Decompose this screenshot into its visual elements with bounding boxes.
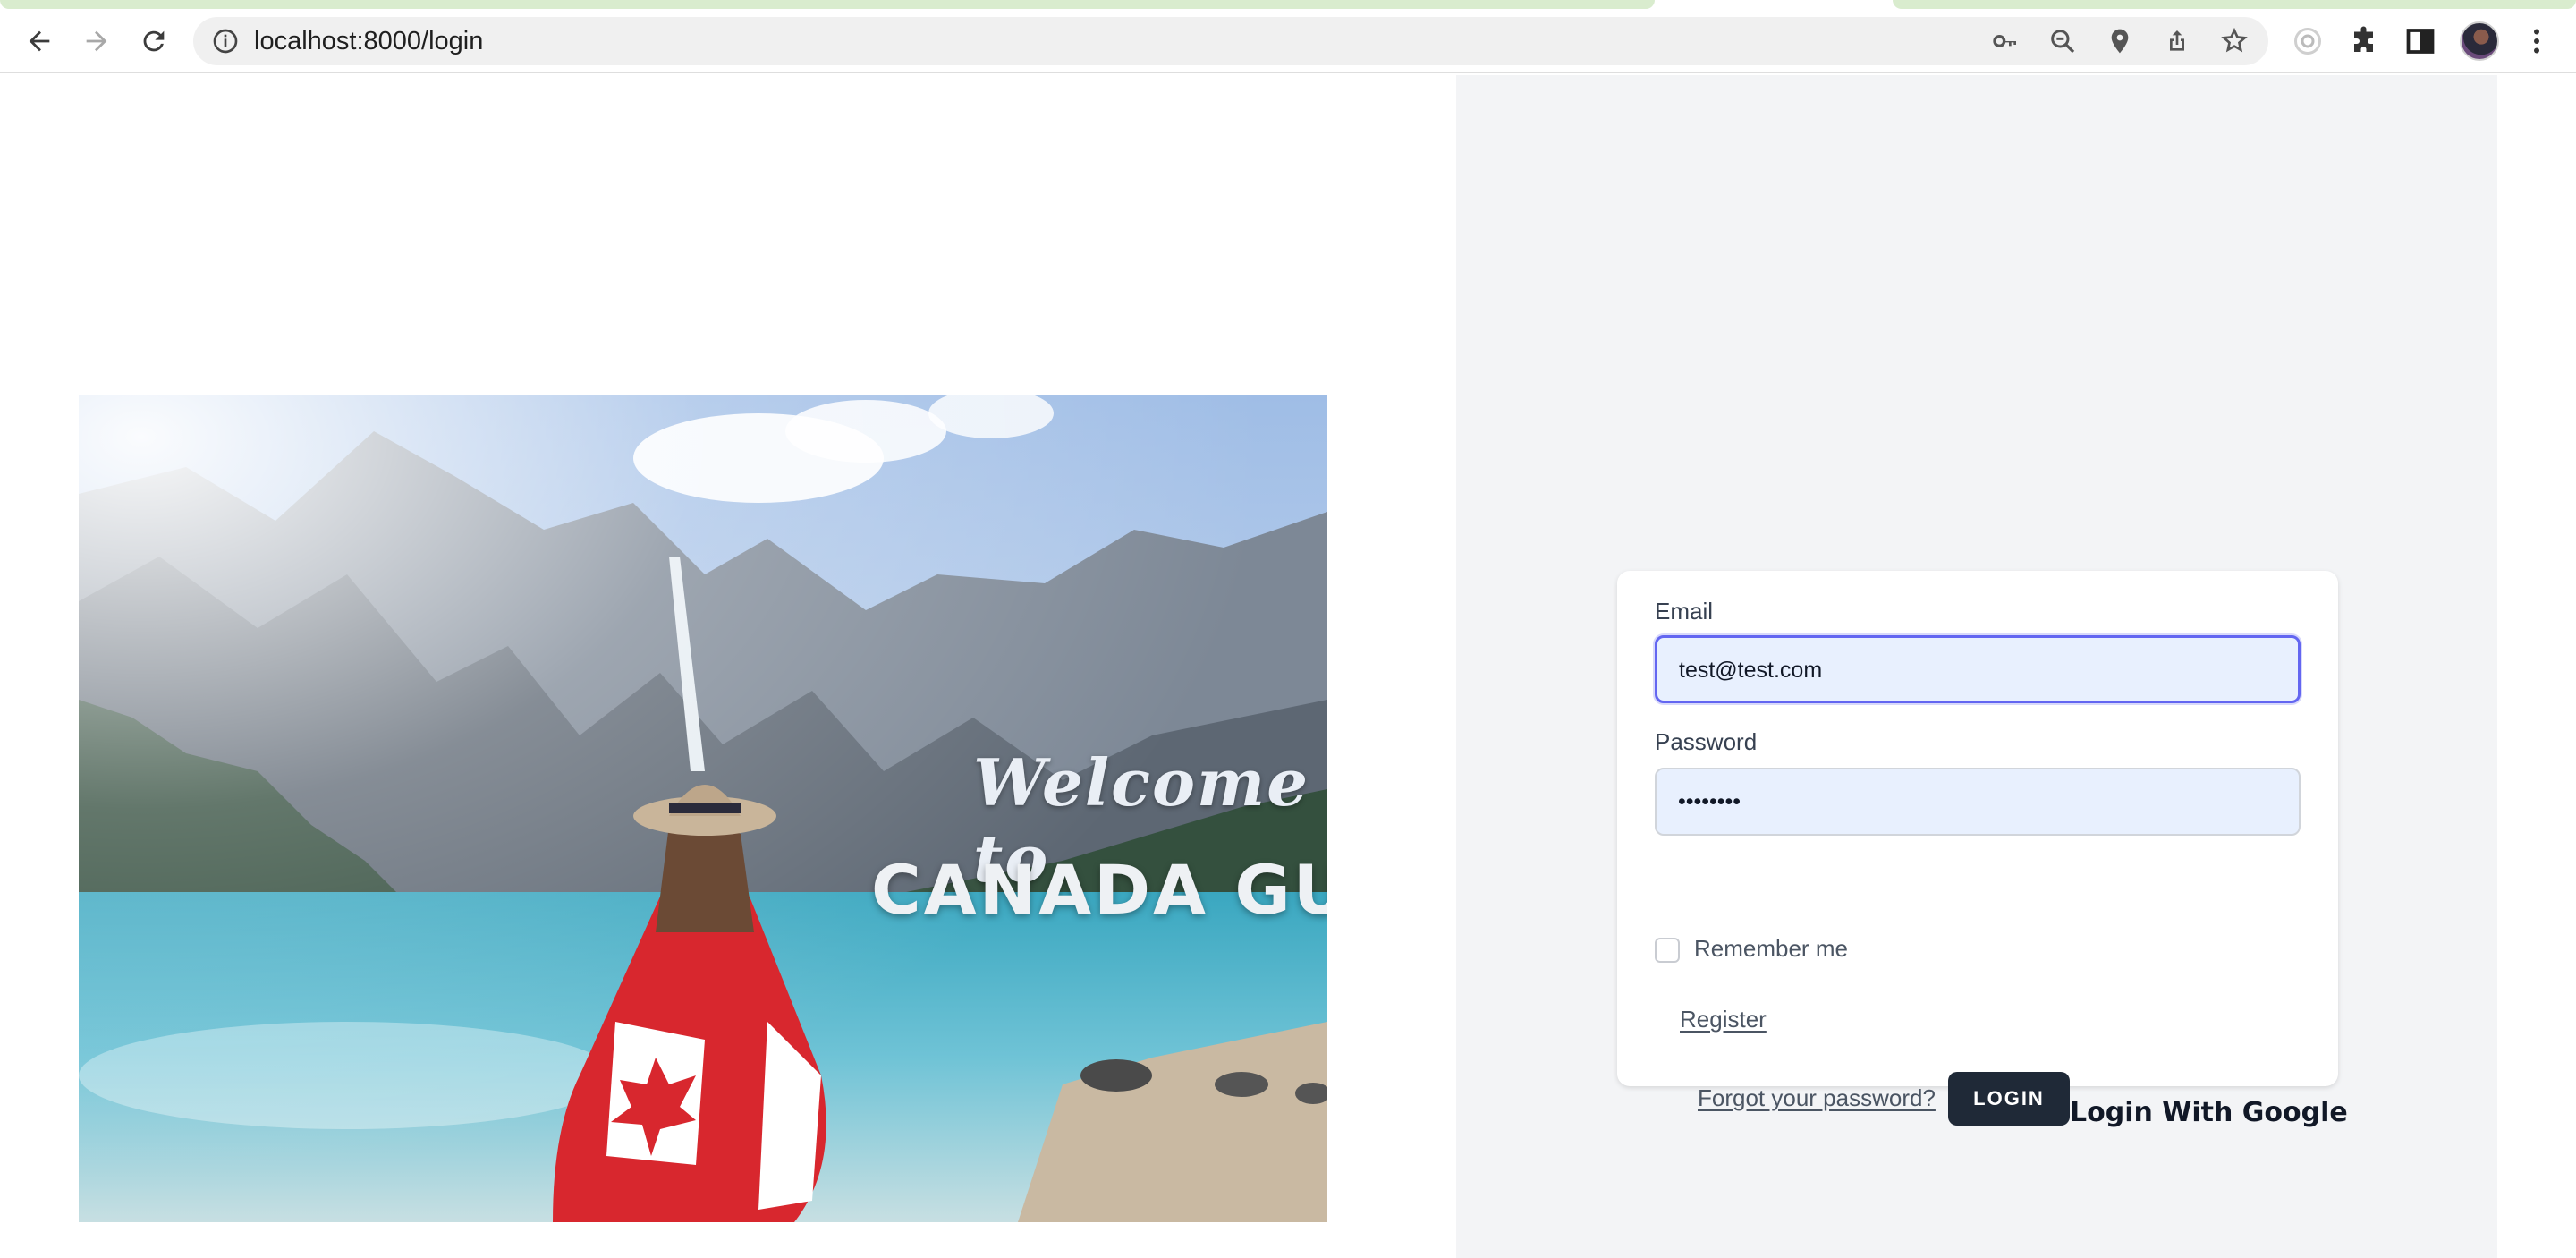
password-label: Password bbox=[1655, 728, 1758, 755]
zoom-out-icon[interactable] bbox=[2048, 27, 2077, 55]
site-info-icon[interactable] bbox=[211, 27, 240, 55]
extension-icon[interactable] bbox=[2292, 25, 2324, 57]
browser-toolbar: localhost:8000/login bbox=[0, 9, 2576, 73]
remember-me-checkbox[interactable] bbox=[1655, 938, 1680, 963]
profile-avatar[interactable] bbox=[2460, 21, 2499, 61]
more-menu-icon[interactable] bbox=[2521, 25, 2553, 57]
password-field[interactable]: •••••••• bbox=[1655, 768, 2301, 836]
location-pin-icon[interactable] bbox=[2106, 27, 2134, 55]
back-arrow-icon bbox=[29, 30, 50, 52]
side-panel-icon[interactable] bbox=[2404, 25, 2436, 57]
forward-button[interactable] bbox=[75, 20, 118, 63]
address-bar[interactable]: localhost:8000/login bbox=[193, 17, 2268, 65]
remember-me-label[interactable]: Remember me bbox=[1694, 935, 1848, 963]
back-button[interactable] bbox=[18, 20, 61, 63]
login-button[interactable]: LOGIN bbox=[1948, 1072, 2070, 1126]
login-card: Email test@test.com Password •••••••• Re… bbox=[1617, 571, 2348, 1128]
register-link[interactable]: Register bbox=[1680, 1006, 1767, 1033]
forward-arrow-icon bbox=[86, 30, 107, 52]
load-progress-segment bbox=[0, 0, 1655, 9]
reload-button[interactable] bbox=[132, 20, 175, 63]
hero-image: Welcome to CANADA GUIDE bbox=[79, 395, 1327, 1222]
puzzle-extension-icon[interactable] bbox=[2349, 25, 2381, 57]
key-icon[interactable] bbox=[1991, 27, 2020, 55]
page-load-progress bbox=[0, 0, 2576, 9]
hero-title-text: CANADA GUIDE bbox=[871, 850, 1327, 930]
login-with-google-button[interactable]: Login With Google bbox=[2070, 1097, 2348, 1128]
share-icon[interactable] bbox=[2163, 27, 2191, 55]
forgot-password-link[interactable]: Forgot your password? bbox=[1698, 1084, 1936, 1112]
bookmark-star-icon[interactable] bbox=[2220, 27, 2249, 55]
login-page: Welcome to CANADA GUIDE Email test@test.… bbox=[0, 75, 2576, 1258]
email-label: Email bbox=[1655, 598, 1714, 625]
load-progress-segment bbox=[1893, 0, 2576, 9]
url-text[interactable]: localhost:8000/login bbox=[254, 17, 483, 65]
reload-icon bbox=[143, 30, 165, 52]
email-field[interactable]: test@test.com bbox=[1655, 635, 2301, 703]
